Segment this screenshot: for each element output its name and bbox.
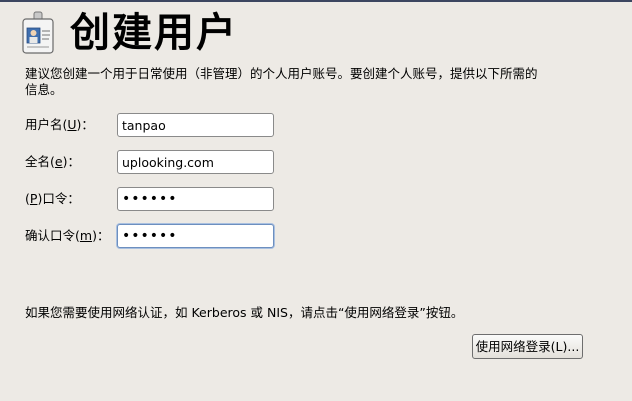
confirm-password-label-mnemonic: m: [79, 228, 93, 243]
fullname-input[interactable]: [117, 150, 274, 174]
username-label-suffix: )：: [76, 117, 94, 132]
password-input[interactable]: [117, 187, 274, 211]
user-badge-icon: [20, 11, 56, 55]
fullname-label: 全名(e)：: [25, 154, 80, 170]
password-label: (P)口令：: [25, 191, 80, 207]
password-label-suffix: )口令：: [37, 191, 80, 206]
page-title: 创建用户: [70, 10, 238, 56]
confirm-password-label: 确认口令(m)：: [25, 228, 109, 244]
confirm-password-label-prefix: 确认口令(: [25, 228, 80, 243]
username-input[interactable]: [117, 113, 274, 137]
confirm-password-label-suffix: )：: [92, 228, 110, 243]
username-label-prefix: 用户名(: [25, 117, 68, 132]
network-login-button[interactable]: 使用网络登录(L)...: [472, 334, 583, 359]
username-label-mnemonic: U: [67, 117, 77, 132]
network-auth-hint: 如果您需要使用网络认证，如 Kerberos 或 NIS，请点击“使用网络登录”…: [25, 305, 464, 320]
fullname-label-prefix: 全名(: [25, 154, 55, 169]
fullname-label-suffix: )：: [62, 154, 80, 169]
window-top-border: [0, 0, 632, 2]
username-label: 用户名(U)：: [25, 117, 94, 133]
intro-text: 建议您创建一个用于日常使用（非管理）的个人用户账号。要创建个人账号，提供以下所需…: [25, 66, 538, 97]
fullname-label-mnemonic: e: [54, 154, 63, 169]
confirm-password-input[interactable]: [117, 224, 274, 248]
page-header: 创建用户: [20, 8, 238, 58]
